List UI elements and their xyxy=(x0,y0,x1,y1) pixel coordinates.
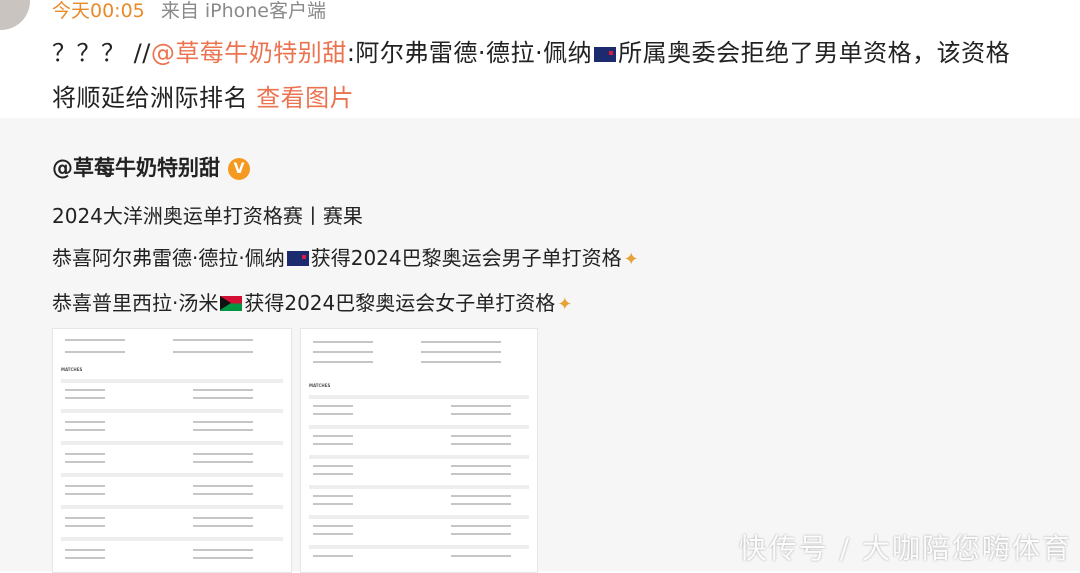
post-prefix: ？？？ // xyxy=(52,39,151,67)
results-image-1[interactable]: MATCHES xyxy=(52,328,292,573)
repost-women-b: 获得2024巴黎奥运会女子单打资格 xyxy=(244,291,556,315)
post-text-line-1: ？？？ //@草莓牛奶特别甜:阿尔弗雷德·德拉·佩纳 所属奥委会拒绝了男单资格，该… xyxy=(52,33,1010,68)
repost-line-men: 恭喜阿尔弗雷德·德拉·佩纳 获得2024巴黎奥运会男子单打资格 ✦ xyxy=(52,242,639,271)
repost-card[interactable]: @草莓牛奶特别甜 V 2024大洋洲奥运单打资格赛丨赛果 恭喜阿尔弗雷德·德拉·佩… xyxy=(0,118,1080,573)
post-source: 来自 iPhone客户端 xyxy=(160,0,326,22)
repost-line-women: 恭喜普里西拉·汤米 获得2024巴黎奥运会女子单打资格 ✦ xyxy=(52,287,572,316)
post-time: 今天00:05 xyxy=(52,0,145,22)
post-text-a: :阿尔弗雷德·德拉·佩纳 xyxy=(346,39,593,67)
repost-men-b: 获得2024巴黎奥运会男子单打资格 xyxy=(310,246,622,270)
mention-link[interactable]: @草莓牛奶特别甜 xyxy=(151,39,347,67)
post-text-b: 所属奥委会拒绝了男单资格，该资格 xyxy=(618,39,1011,67)
post-text-c: 将顺延给洲际排名 xyxy=(52,84,248,112)
vanuatu-flag-icon xyxy=(220,296,243,311)
watermark: 快传号 / 大咖陪您嗨体育 xyxy=(738,532,1072,565)
party-popper-icon: ✦ xyxy=(557,294,573,315)
repost-author-name[interactable]: @草莓牛奶特别甜 xyxy=(52,156,220,180)
party-popper-icon: ✦ xyxy=(623,249,639,270)
results-image-2[interactable]: MATCHES xyxy=(300,328,538,573)
verified-badge-icon: V xyxy=(228,158,250,180)
avatar[interactable] xyxy=(0,0,30,30)
new-zealand-flag-icon xyxy=(286,251,309,266)
post-meta: 今天00:05 来自 iPhone客户端 xyxy=(52,0,326,23)
image-2-header: MATCHES xyxy=(309,383,331,388)
repost-author[interactable]: @草莓牛奶特别甜 V xyxy=(52,152,250,182)
repost-women-a: 恭喜普里西拉·汤米 xyxy=(52,291,219,315)
repost-title: 2024大洋洲奥运单打资格赛丨赛果 xyxy=(52,204,363,228)
new-zealand-flag-icon xyxy=(594,47,617,62)
post-text-line-2: 将顺延给洲际排名 查看图片 xyxy=(52,78,354,113)
view-image-link[interactable]: 查看图片 xyxy=(256,84,354,112)
image-1-header: MATCHES xyxy=(61,367,83,372)
repost-men-a: 恭喜阿尔弗雷德·德拉·佩纳 xyxy=(52,246,285,270)
